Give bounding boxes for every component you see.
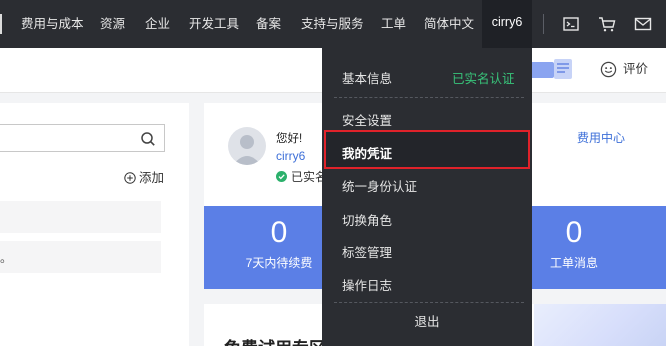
- feedback-badge[interactable]: [530, 62, 554, 78]
- stat-value: 0: [565, 216, 583, 249]
- search-icon[interactable]: [140, 131, 156, 147]
- user-dropdown-menu: 基本信息 已实名认证 安全设置 我的凭证 统一身份认证 切换角色 标签管理 操作…: [322, 48, 532, 346]
- nav-divider: [543, 14, 544, 34]
- nav-item-tickets[interactable]: 工单: [381, 0, 406, 48]
- terminal-icon[interactable]: [561, 14, 581, 34]
- user-icon: [233, 135, 261, 165]
- mail-icon[interactable]: [633, 14, 653, 34]
- list-item[interactable]: 。: [0, 241, 161, 273]
- fee-center-link[interactable]: 费用中心: [577, 129, 625, 146]
- add-label: 添加: [139, 171, 165, 185]
- menu-item-identity[interactable]: 统一身份认证: [342, 176, 417, 195]
- menu-divider: [334, 97, 524, 98]
- nav-edge-marker: [0, 14, 2, 34]
- username-link[interactable]: cirry6: [276, 149, 305, 163]
- search-input[interactable]: [0, 124, 165, 152]
- plus-circle-icon: [124, 172, 136, 184]
- menu-item-tags[interactable]: 标签管理: [342, 242, 392, 261]
- cart-icon[interactable]: [597, 14, 617, 34]
- promo-illustration: [534, 304, 666, 346]
- add-button[interactable]: 添加: [124, 171, 164, 185]
- nav-item-devtools[interactable]: 开发工具: [189, 0, 239, 48]
- menu-item-security[interactable]: 安全设置: [342, 110, 392, 129]
- nav-item-billing[interactable]: 费用与成本: [21, 0, 84, 48]
- menu-item-basic-info[interactable]: 基本信息: [342, 68, 392, 87]
- smiley-icon[interactable]: [600, 61, 617, 78]
- nav-item-language[interactable]: 简体中文: [424, 0, 474, 48]
- stat-label: 工单消息: [549, 256, 598, 270]
- rate-link[interactable]: 评价: [623, 61, 648, 78]
- list-item-text: 。: [0, 251, 13, 265]
- nav-item-filing[interactable]: 备案: [256, 0, 281, 48]
- verified-status-label: 已实名认证: [452, 72, 515, 86]
- stat-tickets[interactable]: 0 工单消息: [524, 206, 624, 271]
- document-icon[interactable]: [552, 57, 574, 81]
- menu-item-credentials[interactable]: 我的凭证: [342, 143, 392, 162]
- greeting: 您好!: [276, 133, 303, 145]
- verification-status: 已实名: [276, 168, 327, 185]
- user-menu-tab[interactable]: cirry6: [482, 0, 532, 48]
- logout-button[interactable]: 退出: [322, 311, 532, 330]
- user-menu-label: cirry6: [491, 15, 523, 29]
- nav-item-resources[interactable]: 资源: [100, 0, 125, 48]
- menu-divider: [334, 302, 524, 303]
- nav-item-enterprise[interactable]: 企业: [145, 0, 170, 48]
- nav-item-support[interactable]: 支持与服务: [301, 0, 364, 48]
- left-panel: 添加 。: [0, 103, 189, 346]
- menu-item-operation-log[interactable]: 操作日志: [342, 275, 392, 294]
- menu-item-switch-role[interactable]: 切换角色: [342, 210, 392, 229]
- free-trial-title: 免费试用专区: [224, 334, 326, 346]
- list-item[interactable]: [0, 201, 161, 233]
- avatar[interactable]: [228, 127, 266, 165]
- check-circle-icon: [276, 171, 287, 182]
- top-navbar: 费用与成本 资源 企业 开发工具 备案 支持与服务 工单 简体中文 cirry6: [0, 0, 666, 48]
